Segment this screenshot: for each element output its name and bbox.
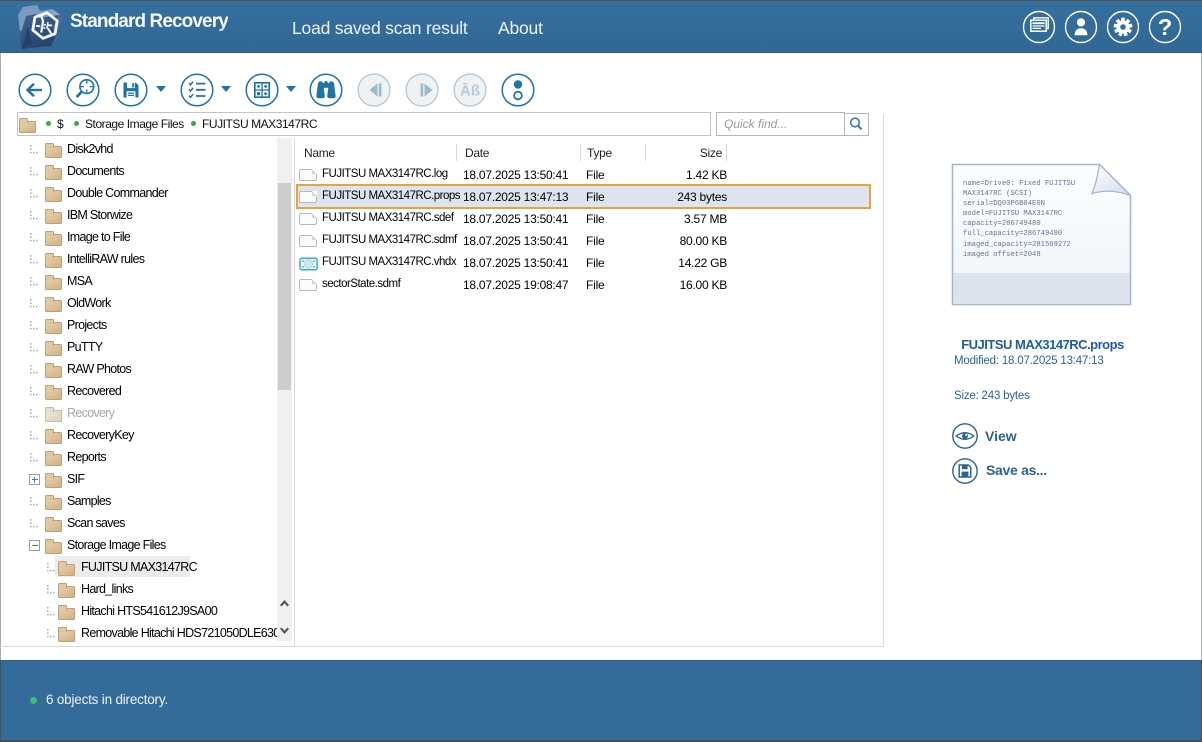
svg-text:Āß: Āß bbox=[460, 83, 480, 100]
svg-text:?: ? bbox=[1158, 14, 1172, 40]
